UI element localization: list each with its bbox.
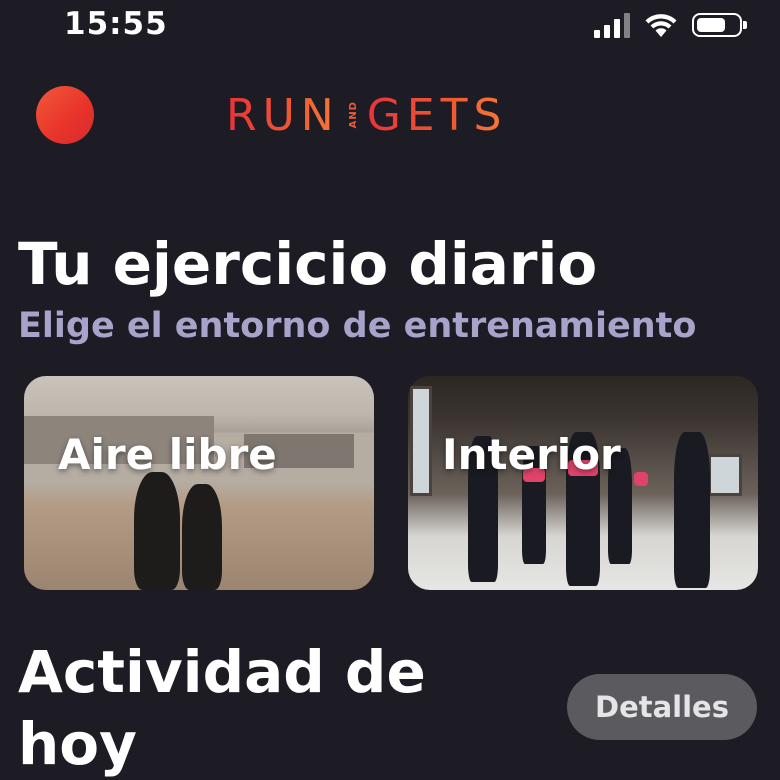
cellular-signal-icon: [594, 12, 630, 38]
daily-exercise-subtitle: Elige el entorno de entrenamiento: [18, 306, 697, 346]
activity-title-line2: hoy: [18, 710, 137, 778]
status-bar: 15:55: [0, 0, 780, 56]
details-button[interactable]: Detalles: [567, 674, 757, 740]
indoor-card[interactable]: Interior: [408, 376, 758, 590]
runner-figure: [134, 472, 180, 590]
activity-title-line1: Actividad de: [18, 638, 426, 706]
battery-icon: [692, 13, 747, 37]
status-time: 15:55: [64, 6, 168, 42]
athlete-top: [634, 472, 648, 486]
status-icons: [594, 12, 747, 38]
logo-word-gets: GETS: [366, 89, 508, 141]
athlete-figure: [674, 432, 710, 588]
outdoor-card[interactable]: Aire libre: [24, 376, 374, 590]
logo-word-run: RUN: [226, 89, 340, 141]
runner-figure: [182, 484, 222, 590]
daily-exercise-title: Tu ejercicio diario: [18, 230, 598, 298]
logo-connector: AND: [347, 101, 359, 129]
gym-window: [708, 454, 742, 496]
outdoor-card-label: Aire libre: [58, 430, 277, 479]
profile-avatar[interactable]: [36, 86, 94, 144]
app-logo: RUN AND GETS: [226, 88, 507, 142]
indoor-card-label: Interior: [442, 430, 621, 479]
wifi-icon: [645, 14, 677, 37]
gym-window: [410, 386, 432, 496]
